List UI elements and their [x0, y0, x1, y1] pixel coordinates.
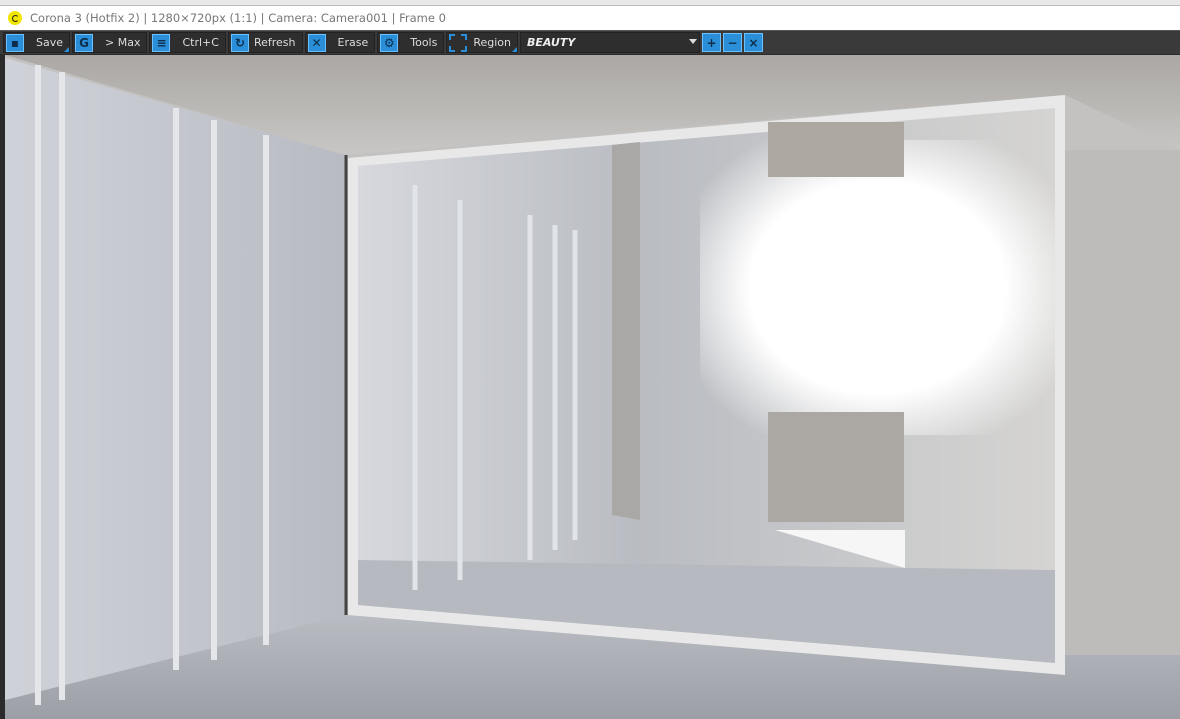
toolbar: ▪ Save G > Max ≡ Ctrl+C ↻ Refresh ✕ Erase ⚙ To… [0, 30, 1180, 54]
zoom-in-button[interactable]: + [702, 33, 722, 52]
copy-button[interactable]: ≡ Ctrl+C [149, 32, 226, 53]
spiral-icon: G [75, 33, 94, 52]
save-button[interactable]: ▪ Save [3, 32, 71, 53]
refresh-button[interactable]: ↻ Refresh [227, 32, 303, 53]
region-button[interactable]: Region [446, 32, 519, 53]
corona-logo-icon [8, 11, 22, 25]
gear-icon: ⚙ [380, 33, 399, 52]
window-title: Corona 3 (Hotfix 2) | 1280×720px (1:1) |… [30, 11, 446, 25]
title-bar: Corona 3 (Hotfix 2) | 1280×720px (1:1) |… [0, 6, 1180, 30]
refresh-icon: ↻ [230, 33, 249, 52]
x-icon: ✕ [307, 33, 326, 52]
max-button[interactable]: G > Max [72, 32, 148, 53]
tools-button[interactable]: ⚙ Tools [377, 32, 445, 53]
chevron-down-icon [689, 39, 698, 44]
zoom-reset-button[interactable]: × [744, 33, 764, 52]
region-select-icon [449, 33, 468, 52]
erase-button[interactable]: ✕ Erase [304, 32, 376, 53]
document-icon: ≡ [152, 33, 171, 52]
floppy-disk-icon: ▪ [6, 33, 24, 52]
zoom-out-button[interactable]: − [723, 33, 743, 52]
render-element-dropdown[interactable]: BEAUTY [520, 32, 701, 53]
render-viewport [5, 55, 1180, 719]
